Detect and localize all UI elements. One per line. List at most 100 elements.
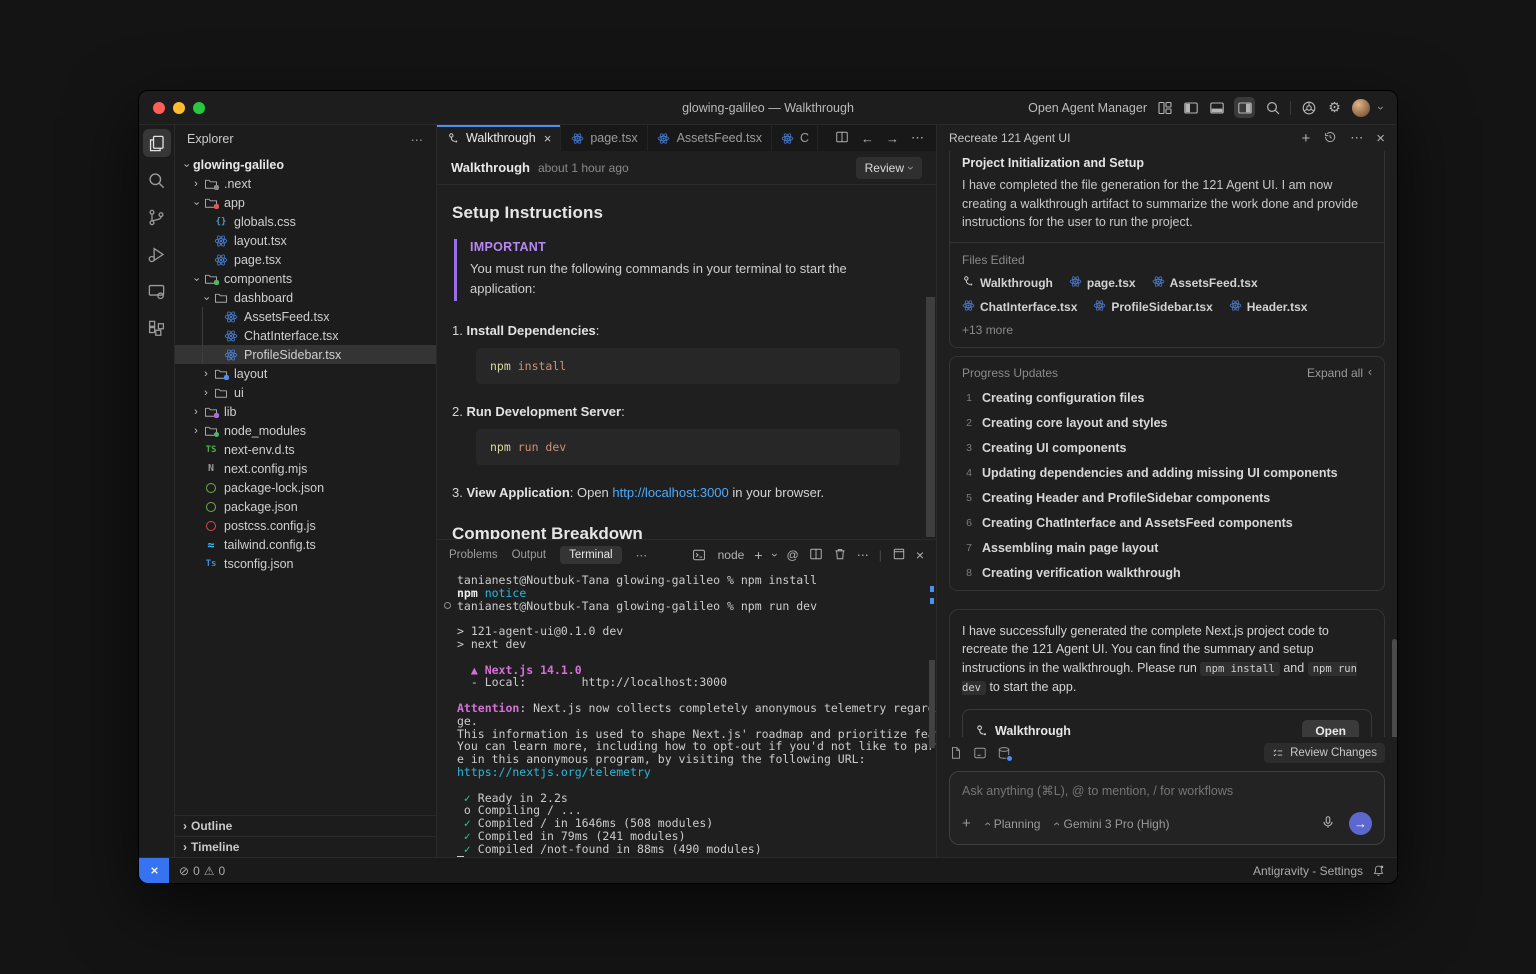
tree-item-file[interactable]: postcss.config.js <box>175 516 436 535</box>
minimize-window-button[interactable] <box>173 101 185 114</box>
settings-status-item[interactable]: Antigravity - Settings <box>1253 864 1363 878</box>
send-button[interactable]: → <box>1349 812 1372 835</box>
close-window-button[interactable] <box>153 101 165 114</box>
outline-section[interactable]: › Outline <box>175 815 436 836</box>
terminal-scrollbar[interactable] <box>929 660 935 748</box>
progress-item[interactable]: 6 Creating ChatInterface and AssetsFeed c… <box>950 511 1384 536</box>
panel-more-icon[interactable]: ⋯ <box>636 548 648 562</box>
explorer-more-icon[interactable]: ⋯ <box>411 132 425 147</box>
review-button[interactable]: Review › <box>855 156 922 179</box>
navigate-forward-icon[interactable]: → <box>886 131 899 146</box>
tree-item-file[interactable]: package-lock.json <box>175 478 436 497</box>
editor-scrollbar[interactable] <box>926 297 935 537</box>
remote-indicator[interactable] <box>139 858 169 883</box>
close-icon[interactable]: × <box>544 131 552 146</box>
microphone-icon[interactable] <box>1321 815 1335 832</box>
tree-item-file[interactable]: {} globals.css <box>175 212 436 231</box>
localhost-link[interactable]: http://localhost:3000 <box>612 485 728 500</box>
tree-item-file[interactable]: package.json <box>175 497 436 516</box>
source-control-activity-icon[interactable] <box>143 203 171 231</box>
knowledge-base-icon[interactable] <box>997 746 1013 762</box>
chat-input[interactable] <box>962 784 1372 798</box>
attach-icon[interactable]: @ <box>787 548 799 562</box>
bell-icon[interactable] <box>1372 864 1385 877</box>
agent-layout-icon[interactable] <box>1156 99 1173 116</box>
terminal-more-icon[interactable]: ⋯ <box>857 548 869 562</box>
chat-input-card[interactable]: + › Planning › Gemini 3 Pro (High) → <box>949 771 1385 845</box>
file-chip[interactable]: ProfileSidebar.tsx <box>1093 299 1213 315</box>
extensions-activity-icon[interactable] <box>143 314 171 342</box>
new-terminal-icon[interactable]: + <box>754 547 762 563</box>
tree-item-file[interactable]: ChatInterface.tsx <box>175 326 436 345</box>
gear-icon[interactable]: ⚙ <box>1326 99 1343 116</box>
kill-terminal-icon[interactable] <box>833 547 847 564</box>
tree-item-folder[interactable]: › node_modules <box>175 421 436 440</box>
tab-terminal[interactable]: Terminal <box>560 546 622 564</box>
tree-item-file[interactable]: page.tsx <box>175 250 436 269</box>
tree-item-file[interactable]: TS next-env.d.ts <box>175 440 436 459</box>
open-walkthrough-button[interactable]: Open <box>1302 719 1359 737</box>
progress-item[interactable]: 2 Creating core layout and styles <box>950 411 1384 436</box>
tab-assetsfeed-tsx[interactable]: AssetsFeed.tsx <box>647 125 773 151</box>
tab-walkthrough[interactable]: Walkthrough × <box>437 125 562 151</box>
tree-item-folder[interactable]: › components <box>175 269 436 288</box>
new-file-context-icon[interactable] <box>949 746 963 760</box>
code-block-install[interactable]: npm install <box>476 348 900 384</box>
problems-status[interactable]: ⊘ 0 ⚠ 0 <box>179 864 225 878</box>
tree-item-folder[interactable]: › layout <box>175 364 436 383</box>
tree-item-folder[interactable]: › lib <box>175 402 436 421</box>
tree-item-root[interactable]: › glowing-galileo <box>175 155 436 174</box>
tree-item-file[interactable]: ≈ tailwind.config.ts <box>175 535 436 554</box>
file-chip[interactable]: ChatInterface.tsx <box>962 299 1077 315</box>
tab-page-tsx[interactable]: page.tsx <box>561 125 648 151</box>
walkthrough-content[interactable]: Setup Instructions IMPORTANT You must ru… <box>437 185 936 539</box>
progress-item[interactable]: 8 Creating verification walkthrough <box>950 561 1384 590</box>
tree-item-file[interactable]: layout.tsx <box>175 231 436 250</box>
tree-item-file-selected[interactable]: ProfileSidebar.tsx <box>175 345 436 364</box>
avatar[interactable] <box>1352 98 1370 117</box>
remote-explorer-activity-icon[interactable] <box>143 277 171 305</box>
progress-item[interactable]: 3 Creating UI components <box>950 436 1384 461</box>
tree-item-folder[interactable]: › app <box>175 193 436 212</box>
timeline-section[interactable]: › Timeline <box>175 836 436 857</box>
file-chip[interactable]: Walkthrough <box>962 275 1053 291</box>
tab-problems[interactable]: Problems <box>449 549 498 561</box>
agent-more-icon[interactable]: ⋯ <box>1350 130 1363 146</box>
toggle-right-panel-icon[interactable] <box>1234 97 1255 118</box>
close-panel-icon[interactable]: × <box>916 547 924 563</box>
search-activity-icon[interactable] <box>143 166 171 194</box>
account-chevron-down-icon[interactable]: › <box>1374 106 1388 110</box>
shell-name[interactable]: node <box>718 548 745 562</box>
file-chip[interactable]: page.tsx <box>1069 275 1136 291</box>
expand-all-button[interactable]: Expand all › <box>1307 366 1372 380</box>
tree-item-file[interactable]: N next.config.mjs <box>175 459 436 478</box>
model-selector[interactable]: › Gemini 3 Pro (High) <box>1049 817 1169 831</box>
history-icon[interactable] <box>1323 130 1337 147</box>
toggle-left-panel-icon[interactable] <box>1182 99 1199 116</box>
review-changes-button[interactable]: Review Changes <box>1264 743 1385 763</box>
file-chip[interactable]: Header.tsx <box>1229 299 1307 315</box>
split-terminal-icon[interactable] <box>809 547 823 564</box>
browser-icon[interactable] <box>1300 99 1317 116</box>
tree-item-folder[interactable]: › dashboard <box>175 288 436 307</box>
run-debug-activity-icon[interactable] <box>143 240 171 268</box>
split-editor-icon[interactable] <box>835 130 849 147</box>
navigate-back-icon[interactable]: ← <box>861 131 874 146</box>
tab-chatinterface-truncated[interactable]: C <box>772 125 819 151</box>
agent-scrollbar[interactable] <box>1392 639 1397 737</box>
tree-item-folder[interactable]: › ui <box>175 383 436 402</box>
progress-item[interactable]: 5 Creating Header and ProfileSidebar comp… <box>950 486 1384 511</box>
tree-item-file[interactable]: AssetsFeed.tsx <box>175 307 436 326</box>
terminal-context-icon[interactable] <box>973 746 987 760</box>
tree-item-folder[interactable]: › .next <box>175 174 436 193</box>
progress-item[interactable]: 7 Assembling main page layout <box>950 536 1384 561</box>
explorer-activity-icon[interactable] <box>142 129 171 157</box>
agent-conversation[interactable]: Project Initialization and Setup I have … <box>937 151 1397 737</box>
toggle-bottom-panel-icon[interactable] <box>1208 99 1225 116</box>
tab-output[interactable]: Output <box>512 549 547 561</box>
mode-selector[interactable]: › Planning <box>980 817 1041 831</box>
new-terminal-chevron-icon[interactable]: › <box>768 553 782 557</box>
code-block-run-dev[interactable]: npm run dev <box>476 429 900 465</box>
editor-more-icon[interactable]: ⋯ <box>911 130 924 146</box>
open-agent-manager-button[interactable]: Open Agent Manager <box>1028 101 1147 115</box>
